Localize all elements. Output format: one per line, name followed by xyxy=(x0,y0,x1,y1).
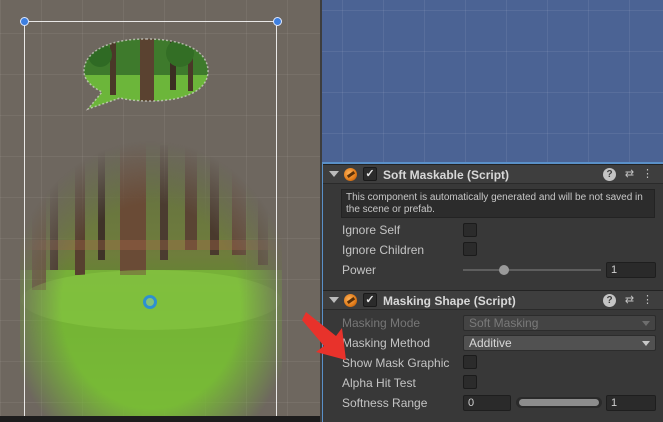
foldout-arrow-icon[interactable] xyxy=(329,297,339,303)
softness-range-slider[interactable] xyxy=(516,397,602,408)
kebab-menu-icon[interactable]: ⋮ xyxy=(641,168,654,181)
masking-mode-label: Masking Mode xyxy=(342,316,421,330)
kebab-menu-icon[interactable]: ⋮ xyxy=(641,294,654,307)
component-enabled-checkbox[interactable]: ✓ xyxy=(363,293,377,307)
masking-method-value: Additive xyxy=(469,336,512,350)
script-component-icon xyxy=(344,168,357,181)
game-view-grid xyxy=(322,0,663,162)
soft-maskable-header[interactable]: ✓ Soft Maskable (Script) ? ⇄ ⋮ xyxy=(323,164,663,184)
preset-sliders-icon[interactable]: ⇄ xyxy=(623,168,636,181)
ignore-children-label: Ignore Children xyxy=(342,243,425,257)
scene-view[interactable] xyxy=(0,0,322,422)
inspector-panel: ✓ Soft Maskable (Script) ? ⇄ ⋮ This comp… xyxy=(322,162,663,422)
chevron-down-icon xyxy=(642,341,650,346)
preset-sliders-icon[interactable]: ⇄ xyxy=(623,294,636,307)
ignore-self-label: Ignore Self xyxy=(342,223,401,237)
component-title: Soft Maskable (Script) xyxy=(383,168,510,182)
rect-handle-top-right[interactable] xyxy=(273,17,282,26)
show-mask-graphic-label: Show Mask Graphic xyxy=(342,356,450,370)
red-pointer-arrow-icon xyxy=(302,312,346,360)
scene-bottom-strip xyxy=(0,416,322,422)
softness-range-label: Softness Range xyxy=(342,396,428,410)
softness-max-field[interactable]: 1 xyxy=(606,395,656,411)
masking-method-label: Masking Method xyxy=(342,336,431,350)
softness-min-field[interactable]: 0 xyxy=(463,395,511,411)
ignore-children-checkbox[interactable] xyxy=(463,242,477,256)
ignore-self-checkbox[interactable] xyxy=(463,223,477,237)
masking-mode-dropdown: Soft Masking xyxy=(463,315,656,331)
masking-shape-header[interactable]: ✓ Masking Shape (Script) ? ⇄ ⋮ xyxy=(323,290,663,310)
softness-range-bar[interactable] xyxy=(519,399,599,406)
component-title: Masking Shape (Script) xyxy=(383,294,516,308)
alpha-hit-test-label: Alpha Hit Test xyxy=(342,376,416,390)
power-slider-thumb[interactable] xyxy=(499,265,510,275)
masking-method-dropdown[interactable]: Additive xyxy=(463,335,656,351)
power-value-field[interactable]: 1 xyxy=(606,262,656,278)
show-mask-graphic-checkbox[interactable] xyxy=(463,355,477,369)
help-icon[interactable]: ? xyxy=(603,294,616,307)
component-enabled-checkbox[interactable]: ✓ xyxy=(363,167,377,181)
pivot-handle[interactable] xyxy=(143,295,157,309)
info-message-box: This component is automatically generate… xyxy=(341,189,655,218)
rect-handle-top-left[interactable] xyxy=(20,17,29,26)
power-label: Power xyxy=(342,263,377,277)
rect-transform-outline[interactable] xyxy=(24,21,277,422)
foldout-arrow-icon[interactable] xyxy=(329,171,339,177)
alpha-hit-test-checkbox[interactable] xyxy=(463,375,477,389)
chevron-down-icon xyxy=(642,321,650,326)
power-slider-track[interactable] xyxy=(463,269,601,271)
help-icon[interactable]: ? xyxy=(603,168,616,181)
masking-mode-value: Soft Masking xyxy=(469,316,539,330)
